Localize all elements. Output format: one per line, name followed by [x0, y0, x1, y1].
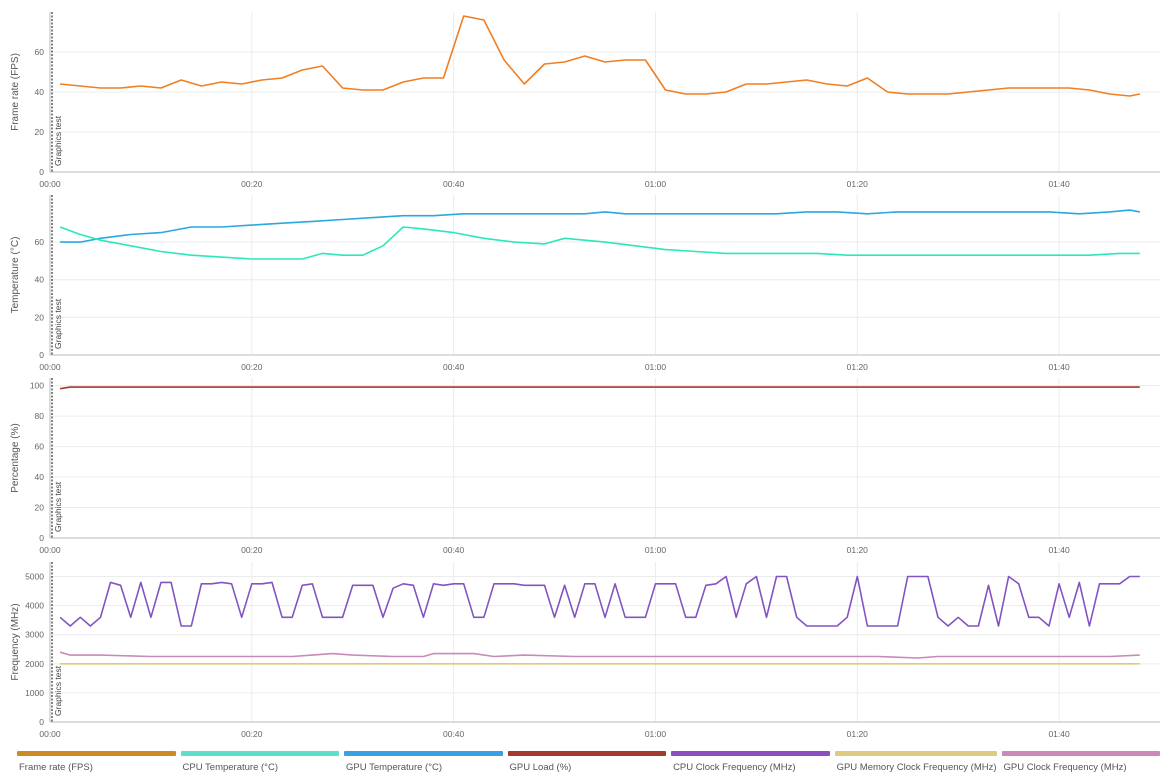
y-axis-label: Frequency (MHz): [10, 603, 21, 680]
y-tick-label: 4000: [25, 601, 44, 611]
series-line-4-3: [59, 651, 1140, 659]
legend-swatch: [507, 751, 667, 756]
y-tick-label: 80: [35, 411, 45, 421]
series-line-2-1: [60, 209, 1140, 243]
y-tick-label: 40: [35, 275, 45, 285]
y-tick-label: 0: [39, 167, 44, 177]
legend: Frame rate (FPS) CPU Temperature (°C) GPU …: [17, 751, 1165, 773]
y-tick-label: 3000: [25, 630, 44, 640]
y-tick-label: 40: [35, 472, 45, 482]
x-tick-label: 00:40: [443, 362, 465, 372]
x-tick-label: 01:00: [645, 729, 667, 739]
series-line-4-1: [59, 575, 1140, 627]
y-tick-label: 40: [35, 87, 45, 97]
series-line-1-1: [60, 15, 1140, 97]
y-tick-label: 60: [35, 47, 45, 57]
y-axis-label: Percentage (%): [10, 423, 21, 492]
legend-label: CPU Clock Frequency (MHz): [673, 762, 796, 773]
chart-panel-3: 0 20 40 60 80 100 00:00 00:20 00:40 01:00 01:20 01:…: [10, 378, 1160, 555]
y-tick-label: 100: [30, 381, 44, 391]
x-tick-label: 00:00: [39, 545, 61, 555]
x-tick-label: 00:20: [241, 545, 263, 555]
legend-label: GPU Temperature (°C): [346, 762, 443, 773]
y-tick-label: 0: [39, 350, 44, 360]
x-tick-label: 00:40: [443, 545, 465, 555]
x-tick-label: 01:00: [645, 179, 667, 189]
legend-item[interactable]: GPU Clock Frequency (MHz): [1001, 751, 1161, 773]
y-tick-label: 0: [39, 717, 44, 727]
x-tick-label: 01:40: [1048, 362, 1070, 372]
y-tick-label: 60: [35, 442, 45, 452]
annotation-label: Graphics test: [53, 481, 63, 532]
legend-swatch: [671, 751, 830, 756]
legend-label: GPU Clock Frequency (MHz): [1003, 762, 1127, 773]
y-tick-label: 0: [39, 533, 44, 543]
x-tick-label: 01:20: [847, 362, 869, 372]
legend-label: GPU Load (%): [509, 762, 572, 773]
x-tick-label: 01:40: [1048, 729, 1070, 739]
chart-panel-4: 0 1000 2000 3000 4000 5000 00:00 00:20 00:40 01:0…: [10, 562, 1160, 739]
annotation-label: Graphics test: [53, 665, 63, 716]
chart-panel-2: 0 20 40 60 00:00 00:20 00:40 01:00 01:20 01:40 Gra…: [10, 195, 1160, 372]
legend-label: GPU Memory Clock Frequency (MHz): [836, 762, 997, 773]
legend-item[interactable]: GPU Temperature (°C): [344, 751, 503, 773]
annotation-label: Graphics test: [53, 298, 63, 349]
charts-canvas: 0 20 40 60 00:00 00:20 00:40 01:00 01:20 01:40 Gra…: [10, 12, 1160, 739]
x-tick-label: 00:40: [443, 179, 465, 189]
y-tick-label: 5000: [25, 572, 44, 582]
x-tick-label: 01:20: [847, 729, 869, 739]
series-line-2-2: [59, 226, 1140, 260]
x-tick-label: 00:20: [241, 362, 263, 372]
legend-label: CPU Temperature (°C): [182, 762, 278, 773]
legend-swatch: [834, 751, 997, 756]
legend-item[interactable]: GPU Memory Clock Frequency (MHz): [834, 751, 997, 773]
x-tick-label: 00:00: [39, 179, 61, 189]
x-tick-label: 01:20: [847, 545, 869, 555]
y-tick-label: 60: [35, 237, 45, 247]
y-tick-label: 20: [35, 503, 45, 513]
legend-label: Frame rate (FPS): [19, 762, 93, 773]
legend-swatch: [344, 751, 503, 756]
x-tick-label: 00:20: [241, 179, 263, 189]
series-line-3-1: [59, 386, 1140, 390]
x-tick-label: 01:20: [847, 179, 869, 189]
y-axis-label: Temperature (°C): [10, 237, 21, 314]
legend-item[interactable]: CPU Clock Frequency (MHz): [671, 751, 830, 773]
y-tick-label: 20: [35, 127, 45, 137]
x-tick-label: 00:00: [39, 362, 61, 372]
legend-item[interactable]: CPU Temperature (°C): [180, 751, 340, 773]
y-tick-label: 1000: [25, 688, 44, 698]
legend-swatch: [17, 751, 176, 756]
x-tick-label: 00:20: [241, 729, 263, 739]
y-axis-label: Frame rate (FPS): [10, 53, 21, 131]
x-tick-label: 01:00: [645, 362, 667, 372]
legend-swatch: [1001, 751, 1161, 756]
chart-panel-1: 0 20 40 60 00:00 00:20 00:40 01:00 01:20 01:40 Gra…: [10, 12, 1160, 189]
x-tick-label: 00:00: [39, 729, 61, 739]
legend-item[interactable]: Frame rate (FPS): [17, 751, 176, 773]
x-tick-label: 01:40: [1048, 545, 1070, 555]
legend-swatch: [180, 751, 340, 756]
x-tick-label: 01:40: [1048, 179, 1070, 189]
x-tick-label: 01:00: [645, 545, 667, 555]
x-tick-label: 00:40: [443, 729, 465, 739]
annotation-label: Graphics test: [53, 115, 63, 166]
legend-item[interactable]: GPU Load (%): [507, 751, 667, 773]
y-tick-label: 20: [35, 312, 45, 322]
y-tick-label: 2000: [25, 659, 44, 669]
